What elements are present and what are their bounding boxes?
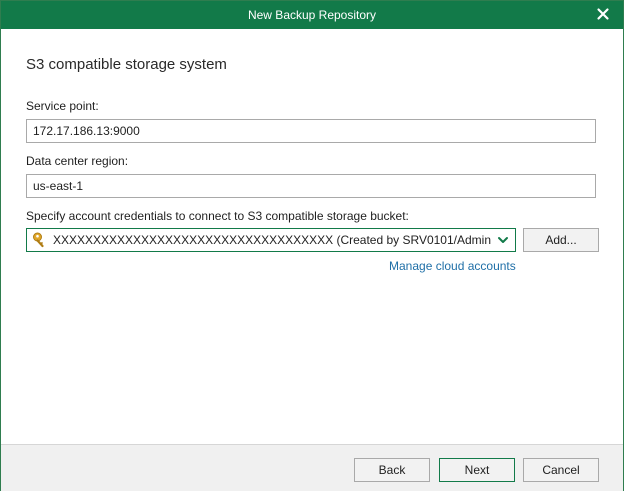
cancel-button[interactable]: Cancel [523, 458, 599, 482]
key-icon [33, 232, 44, 248]
title-bar: New Backup Repository [1, 1, 623, 29]
manage-cloud-accounts-link[interactable]: Manage cloud accounts [389, 259, 516, 273]
region-label: Data center region: [26, 154, 129, 168]
credentials-dropdown[interactable]: XXXXXXXXXXXXXXXXXXXXXXXXXXXXXXXXXXX (Cre… [26, 228, 516, 252]
service-point-label: Service point: [26, 99, 99, 113]
close-icon[interactable] [595, 6, 611, 22]
footer-bar: Back Next Cancel [1, 444, 623, 491]
credentials-selected-value: XXXXXXXXXXXXXXXXXXXXXXXXXXXXXXXXXXX (Cre… [53, 233, 491, 247]
next-button[interactable]: Next [439, 458, 515, 482]
region-input[interactable] [26, 174, 596, 198]
dialog-window: New Backup Repository S3 compatible stor… [0, 0, 624, 491]
window-title: New Backup Repository [247, 8, 377, 22]
back-button[interactable]: Back [354, 458, 430, 482]
add-credentials-button[interactable]: Add... [523, 228, 599, 252]
page-heading: S3 compatible storage system [26, 56, 227, 73]
chevron-down-icon[interactable] [497, 235, 509, 245]
service-point-input[interactable] [26, 119, 596, 143]
credentials-label: Specify account credentials to connect t… [26, 209, 409, 223]
